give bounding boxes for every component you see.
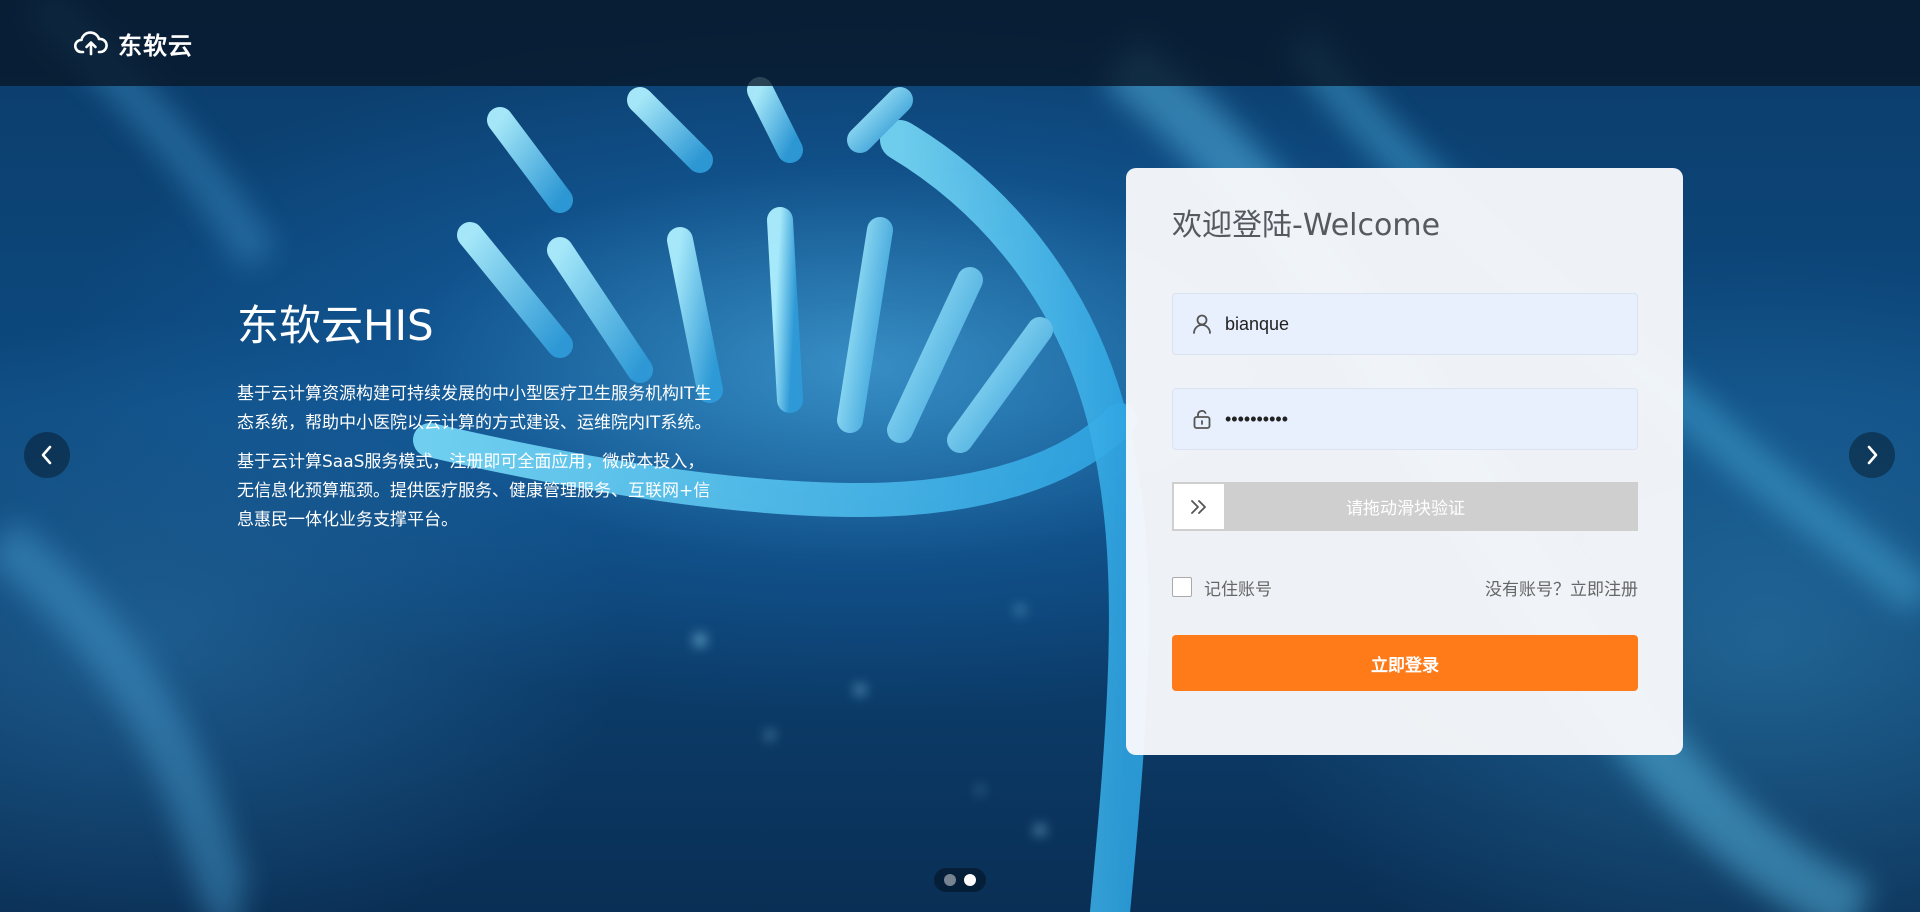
carousel-prev-button[interactable] (24, 432, 70, 478)
brand-logo[interactable]: 东软云 (74, 26, 193, 61)
user-icon (1191, 313, 1217, 335)
carousel-dot-1[interactable] (944, 874, 956, 886)
username-input[interactable] (1223, 312, 1627, 336)
lock-icon (1191, 408, 1217, 430)
slider-captcha[interactable]: 请拖动滑块验证 (1172, 482, 1638, 531)
chevron-left-icon (41, 445, 52, 465)
login-options-row: 记住账号 没有账号？立即注册 (1172, 572, 1638, 602)
carousel-next-button[interactable] (1849, 432, 1895, 478)
top-bar: 东软云 (0, 0, 1920, 86)
carousel-dot-2[interactable] (964, 874, 976, 886)
carousel-indicators (934, 868, 986, 892)
slider-text: 请拖动滑块验证 (1346, 499, 1465, 519)
hero-paragraph-2: 基于云计算SaaS服务模式，注册即可全面应用，微成本投入，无信息化预算瓶颈。提供… (237, 452, 711, 530)
remember-checkbox[interactable] (1172, 577, 1192, 597)
password-field[interactable] (1172, 388, 1638, 450)
remember-account[interactable]: 记住账号 (1172, 575, 1272, 600)
login-card: 欢迎登陆-Welcome 请拖动滑块验证 (1126, 168, 1683, 755)
username-field[interactable] (1172, 293, 1638, 355)
slider-handle[interactable] (1173, 483, 1225, 530)
password-input[interactable] (1223, 407, 1627, 431)
hero-title: 东软云HIS (237, 301, 434, 350)
register-link[interactable]: 没有账号？立即注册 (1485, 575, 1638, 600)
cloud-upload-icon (74, 30, 108, 56)
login-title: 欢迎登陆-Welcome (1172, 208, 1441, 243)
hero-section: 东软云HIS 基于云计算资源构建可持续发展的中小型医疗卫生服务机构IT生态系统，… (237, 298, 717, 545)
login-button[interactable]: 立即登录 (1172, 635, 1638, 691)
hero-paragraph-1: 基于云计算资源构建可持续发展的中小型医疗卫生服务机构IT生态系统，帮助中小医院以… (237, 384, 712, 433)
brand-name: 东软云 (118, 31, 193, 60)
double-chevron-right-icon (1191, 499, 1206, 514)
chevron-right-icon (1867, 445, 1878, 465)
remember-label: 记住账号 (1204, 579, 1272, 600)
